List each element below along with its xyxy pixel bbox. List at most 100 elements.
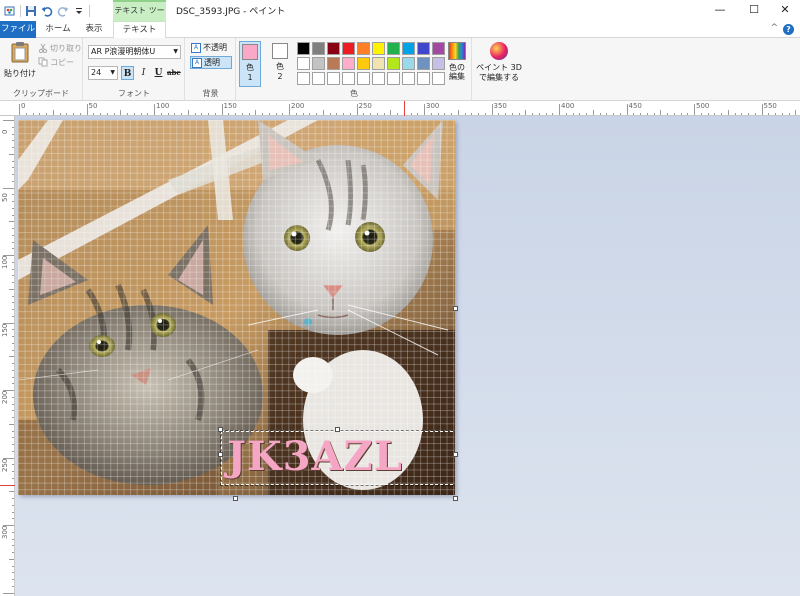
horizontal-ruler: 0 50 100 150 200 250 300 350 400 450 500 550 bbox=[0, 101, 800, 116]
canvas-resize-handle-e[interactable] bbox=[453, 306, 458, 311]
background-group-label: 背景 bbox=[202, 89, 219, 98]
ruler-label: 300 bbox=[1, 525, 9, 539]
palette-swatch[interactable] bbox=[312, 42, 325, 55]
palette-swatch[interactable] bbox=[357, 57, 370, 70]
palette-swatch[interactable] bbox=[387, 42, 400, 55]
ruler-label: 150 bbox=[1, 323, 9, 337]
ruler-label: 450 bbox=[628, 102, 642, 110]
chevron-down-icon: ▼ bbox=[173, 48, 178, 55]
resize-handle-w[interactable] bbox=[218, 452, 223, 457]
palette-swatch[interactable] bbox=[372, 72, 385, 85]
ruler-cursor-marker-h bbox=[404, 101, 405, 116]
ruler-cursor-marker-v bbox=[0, 485, 15, 486]
palette-swatch[interactable] bbox=[432, 42, 445, 55]
font-group: AR P浪漫明朝体U ▼ 24 ▼ B I U abc フォント bbox=[84, 38, 185, 101]
text-tools-context-label: テキスト ツール bbox=[113, 0, 166, 33]
palette-swatch[interactable] bbox=[432, 72, 445, 85]
palette-swatch[interactable] bbox=[402, 57, 415, 70]
palette-swatch[interactable] bbox=[312, 72, 325, 85]
palette-swatch[interactable] bbox=[357, 42, 370, 55]
italic-button[interactable]: I bbox=[137, 66, 150, 80]
text-box[interactable]: JK3AZL bbox=[220, 430, 455, 486]
palette-swatch[interactable] bbox=[312, 57, 325, 70]
palette-swatch[interactable] bbox=[402, 42, 415, 55]
paste-label: 貼り付け bbox=[4, 69, 36, 78]
ruler-label: 250 bbox=[358, 102, 372, 110]
close-button[interactable]: ✕ bbox=[765, 0, 800, 21]
help-icon[interactable]: ? bbox=[783, 24, 794, 35]
opaque-label: 不透明 bbox=[203, 43, 227, 52]
copy-label: コピー bbox=[50, 57, 74, 67]
ruler-label: 400 bbox=[561, 102, 575, 110]
tab-text[interactable]: テキスト bbox=[113, 21, 166, 39]
tab-file[interactable]: ファイル bbox=[0, 21, 36, 38]
palette-swatch[interactable] bbox=[417, 72, 430, 85]
opaque-option[interactable]: A 不透明 bbox=[190, 41, 232, 54]
resize-handle-nw[interactable] bbox=[218, 427, 223, 432]
canvas-workspace[interactable]: JK3AZL bbox=[15, 116, 800, 596]
tab-home[interactable]: ホーム bbox=[40, 21, 76, 38]
transparent-option[interactable]: A 透明 bbox=[190, 56, 232, 69]
font-family-select[interactable]: AR P浪漫明朝体U ▼ bbox=[88, 45, 181, 59]
transparent-label: 透明 bbox=[204, 58, 220, 67]
palette-swatch[interactable] bbox=[327, 72, 340, 85]
ruler-label: 300 bbox=[426, 102, 440, 110]
image-canvas[interactable]: JK3AZL bbox=[18, 120, 455, 495]
palette-swatch[interactable] bbox=[372, 42, 385, 55]
title-bar: テキスト ツール DSC_3593.JPG - ペイント — ☐ ✕ bbox=[0, 0, 800, 33]
cut-label: 切り取り bbox=[50, 43, 82, 53]
resize-handle-n[interactable] bbox=[335, 427, 340, 432]
copy-button[interactable]: コピー bbox=[38, 56, 74, 68]
palette-swatch[interactable] bbox=[342, 42, 355, 55]
edit-colors-button[interactable]: 色の 編集 bbox=[445, 41, 469, 81]
palette-swatch[interactable] bbox=[402, 72, 415, 85]
strikethrough-button[interactable]: abc bbox=[167, 66, 181, 80]
background-group: A 不透明 A 透明 背景 bbox=[186, 38, 236, 101]
underline-button[interactable]: U bbox=[152, 66, 165, 80]
chevron-down-icon: ▼ bbox=[110, 69, 115, 76]
text-box-content[interactable]: JK3AZL bbox=[227, 432, 403, 482]
ruler-label: 0 bbox=[1, 129, 9, 134]
palette-swatch[interactable] bbox=[327, 42, 340, 55]
palette-swatch[interactable] bbox=[342, 72, 355, 85]
quick-access-toolbar bbox=[4, 3, 90, 19]
scissors-icon bbox=[38, 43, 48, 53]
ruler-tick bbox=[19, 104, 20, 115]
color2-button[interactable]: 色 2 bbox=[269, 41, 291, 87]
palette-swatch[interactable] bbox=[297, 57, 310, 70]
canvas-resize-handle-s[interactable] bbox=[233, 496, 238, 501]
bold-button[interactable]: B bbox=[121, 66, 134, 80]
font-size-value: 24 bbox=[91, 68, 102, 77]
palette-swatch[interactable] bbox=[342, 57, 355, 70]
clipboard-icon bbox=[11, 42, 29, 63]
paste-button[interactable]: 貼り付け bbox=[4, 41, 36, 81]
ruler-label: 100 bbox=[1, 255, 9, 269]
palette-swatch[interactable] bbox=[327, 57, 340, 70]
palette-swatch[interactable] bbox=[297, 72, 310, 85]
save-icon[interactable] bbox=[25, 5, 37, 17]
ruler-tick bbox=[3, 592, 14, 594]
collapse-ribbon-icon[interactable]: ^ bbox=[770, 23, 778, 33]
canvas-resize-handle-se[interactable] bbox=[453, 496, 458, 501]
palette-swatch[interactable] bbox=[357, 72, 370, 85]
palette-swatch[interactable] bbox=[387, 72, 400, 85]
resize-handle-e[interactable] bbox=[453, 452, 458, 457]
clipboard-group-label: クリップボード bbox=[13, 89, 69, 98]
palette-swatch[interactable] bbox=[417, 42, 430, 55]
palette-swatch[interactable] bbox=[297, 42, 310, 55]
color2-swatch bbox=[272, 43, 288, 59]
palette-swatch[interactable] bbox=[417, 57, 430, 70]
edit-with-paint3d-button[interactable]: ペイント 3D で編集する bbox=[475, 41, 523, 83]
redo-icon[interactable] bbox=[57, 5, 69, 17]
cut-button[interactable]: 切り取り bbox=[38, 42, 82, 54]
color2-number: 2 bbox=[277, 72, 283, 81]
undo-icon[interactable] bbox=[41, 5, 53, 17]
font-size-select[interactable]: 24 ▼ bbox=[88, 66, 118, 80]
edit-colors-label-2: 編集 bbox=[449, 72, 465, 81]
customize-qat-icon[interactable] bbox=[73, 5, 85, 17]
palette-swatch[interactable] bbox=[372, 57, 385, 70]
palette-swatch[interactable] bbox=[432, 57, 445, 70]
tab-view[interactable]: 表示 bbox=[78, 21, 110, 38]
color1-button[interactable]: 色 1 bbox=[239, 41, 261, 87]
palette-swatch[interactable] bbox=[387, 57, 400, 70]
